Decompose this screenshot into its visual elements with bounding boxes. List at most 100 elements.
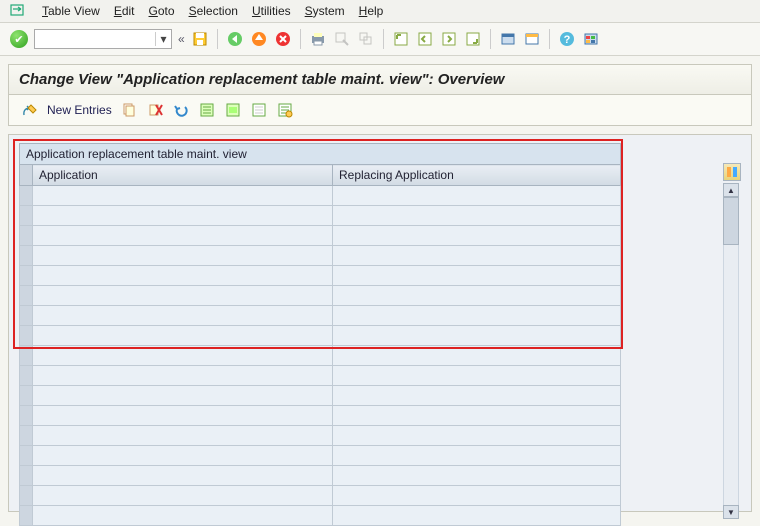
- table-row[interactable]: [20, 206, 621, 226]
- table-row[interactable]: [20, 246, 621, 266]
- change-mode-icon[interactable]: [21, 101, 39, 119]
- cell-application[interactable]: [33, 506, 333, 526]
- menu-selection[interactable]: Selection: [189, 4, 238, 18]
- cell-replacing-application[interactable]: [333, 366, 621, 386]
- col-replacing-application[interactable]: Replacing Application: [333, 165, 621, 186]
- row-selector[interactable]: [20, 306, 33, 326]
- select-block-icon[interactable]: [224, 101, 242, 119]
- cell-replacing-application[interactable]: [333, 226, 621, 246]
- table-row[interactable]: [20, 386, 621, 406]
- new-entries-button[interactable]: New Entries: [47, 103, 112, 117]
- table-row[interactable]: [20, 426, 621, 446]
- cell-replacing-application[interactable]: [333, 386, 621, 406]
- row-selector[interactable]: [20, 286, 33, 306]
- cell-application[interactable]: [33, 186, 333, 206]
- cell-application[interactable]: [33, 246, 333, 266]
- table-row[interactable]: [20, 346, 621, 366]
- cell-replacing-application[interactable]: [333, 406, 621, 426]
- copy-icon[interactable]: [120, 101, 138, 119]
- layout-icon[interactable]: [582, 30, 600, 48]
- cell-replacing-application[interactable]: [333, 266, 621, 286]
- table-row[interactable]: [20, 486, 621, 506]
- print-icon[interactable]: [309, 30, 327, 48]
- cell-application[interactable]: [33, 406, 333, 426]
- back-icon[interactable]: [226, 30, 244, 48]
- row-selector[interactable]: [20, 386, 33, 406]
- find-icon[interactable]: [333, 30, 351, 48]
- deselect-all-icon[interactable]: [250, 101, 268, 119]
- scroll-down-button[interactable]: ▼: [723, 505, 739, 519]
- menu-command-icon[interactable]: [10, 4, 28, 18]
- save-icon[interactable]: [191, 30, 209, 48]
- help-icon[interactable]: ?: [558, 30, 576, 48]
- row-selector[interactable]: [20, 246, 33, 266]
- cell-replacing-application[interactable]: [333, 326, 621, 346]
- scroll-track[interactable]: [723, 245, 739, 505]
- row-selector[interactable]: [20, 366, 33, 386]
- prev-page-icon[interactable]: [416, 30, 434, 48]
- table-row[interactable]: [20, 266, 621, 286]
- enter-button[interactable]: ✔: [10, 30, 28, 48]
- row-selector[interactable]: [20, 486, 33, 506]
- undo-icon[interactable]: [172, 101, 190, 119]
- row-selector[interactable]: [20, 206, 33, 226]
- menu-edit[interactable]: Edit: [114, 4, 135, 18]
- cancel-icon[interactable]: [274, 30, 292, 48]
- row-selector[interactable]: [20, 266, 33, 286]
- cell-application[interactable]: [33, 466, 333, 486]
- cell-replacing-application[interactable]: [333, 486, 621, 506]
- configure-columns-icon[interactable]: [723, 163, 741, 181]
- select-all-header[interactable]: [20, 165, 33, 186]
- cell-replacing-application[interactable]: [333, 206, 621, 226]
- row-selector[interactable]: [20, 326, 33, 346]
- table-row[interactable]: [20, 186, 621, 206]
- table-row[interactable]: [20, 506, 621, 526]
- table-row[interactable]: [20, 406, 621, 426]
- table-row[interactable]: [20, 286, 621, 306]
- table-row[interactable]: [20, 466, 621, 486]
- new-session-icon[interactable]: [499, 30, 517, 48]
- menu-goto[interactable]: Goto: [149, 4, 175, 18]
- row-selector[interactable]: [20, 446, 33, 466]
- first-page-icon[interactable]: [392, 30, 410, 48]
- cell-application[interactable]: [33, 346, 333, 366]
- table-row[interactable]: [20, 326, 621, 346]
- cell-application[interactable]: [33, 426, 333, 446]
- cell-replacing-application[interactable]: [333, 346, 621, 366]
- cell-replacing-application[interactable]: [333, 426, 621, 446]
- last-page-icon[interactable]: [464, 30, 482, 48]
- command-field[interactable]: [35, 30, 155, 48]
- row-selector[interactable]: [20, 426, 33, 446]
- cell-replacing-application[interactable]: [333, 506, 621, 526]
- menu-help[interactable]: Help: [359, 4, 384, 18]
- data-grid[interactable]: Application Replacing Application: [19, 164, 621, 526]
- scroll-thumb[interactable]: [723, 197, 739, 245]
- menu-system[interactable]: System: [305, 4, 345, 18]
- table-row[interactable]: [20, 446, 621, 466]
- cell-replacing-application[interactable]: [333, 186, 621, 206]
- row-selector[interactable]: [20, 186, 33, 206]
- cell-replacing-application[interactable]: [333, 306, 621, 326]
- cell-application[interactable]: [33, 326, 333, 346]
- row-selector[interactable]: [20, 506, 33, 526]
- cell-replacing-application[interactable]: [333, 466, 621, 486]
- row-selector[interactable]: [20, 466, 33, 486]
- cell-application[interactable]: [33, 206, 333, 226]
- cell-application[interactable]: [33, 226, 333, 246]
- cell-replacing-application[interactable]: [333, 246, 621, 266]
- cell-application[interactable]: [33, 386, 333, 406]
- find-next-icon[interactable]: [357, 30, 375, 48]
- cell-replacing-application[interactable]: [333, 446, 621, 466]
- scroll-up-button[interactable]: ▲: [723, 183, 739, 197]
- table-settings-icon[interactable]: [276, 101, 294, 119]
- next-page-icon[interactable]: [440, 30, 458, 48]
- menu-utilities[interactable]: Utilities: [252, 4, 291, 18]
- row-selector[interactable]: [20, 226, 33, 246]
- table-row[interactable]: [20, 306, 621, 326]
- col-application[interactable]: Application: [33, 165, 333, 186]
- table-row[interactable]: [20, 366, 621, 386]
- cell-replacing-application[interactable]: [333, 286, 621, 306]
- cell-application[interactable]: [33, 286, 333, 306]
- row-selector[interactable]: [20, 346, 33, 366]
- menu-table-view[interactable]: Table View: [42, 4, 100, 18]
